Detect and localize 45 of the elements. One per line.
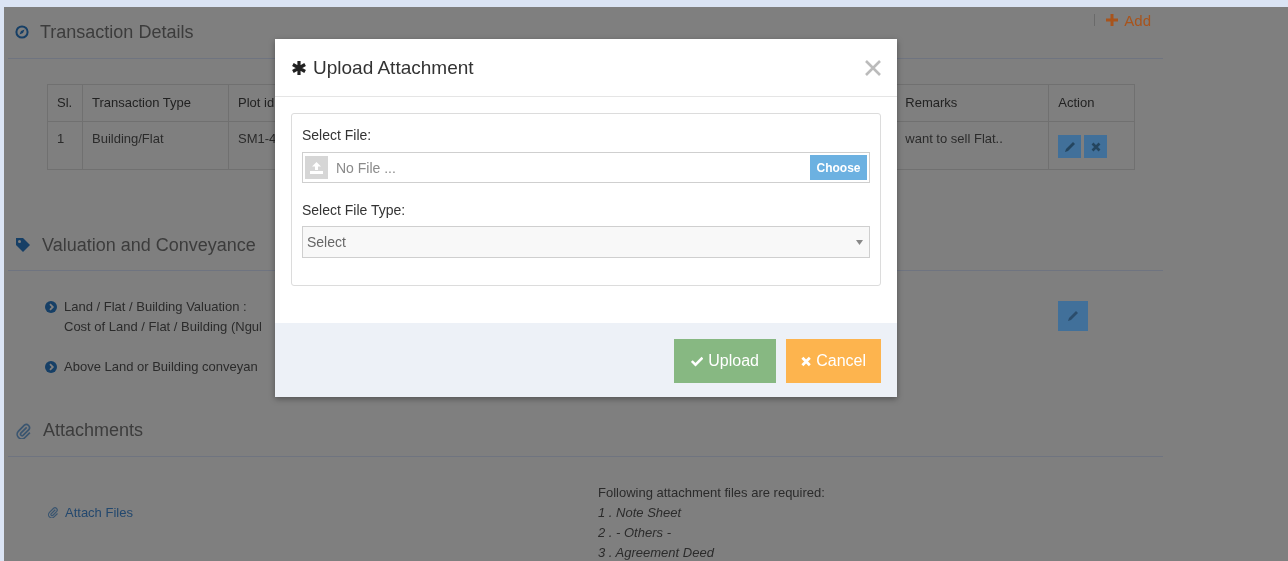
check-icon [691,355,704,367]
delete-button[interactable] [1084,135,1108,158]
required-file-item: 2 . - Others - [598,524,672,542]
column-header: Sl. [47,84,83,122]
chevron-circle-icon [45,361,57,373]
compass-icon [15,25,29,39]
upload-icon [310,161,323,174]
attach-files-link[interactable]: Attach Files [65,504,133,520]
valuation-text: Above Land or Building conveyan [64,358,258,376]
paperclip-icon [15,421,32,439]
tag-icon [15,237,31,253]
section-title: Attachments [43,419,144,442]
edit-button[interactable] [1058,135,1082,158]
edit-button[interactable] [1058,301,1088,331]
caret-icon [856,239,863,245]
required-files-heading: Following attachment files are required: [598,484,825,502]
close-icon [801,355,812,367]
modal-title: Upload Attachment [313,56,474,79]
pencil-icon [1067,310,1079,322]
cancel-button[interactable]: Cancel [786,339,881,383]
upload-button[interactable]: Upload [674,339,776,383]
pencil-icon [1063,140,1076,153]
add-link[interactable]: Add [1106,11,1151,29]
plus-icon [1106,14,1119,26]
field-label: Select File: [302,126,373,145]
table-cell: 1 [47,121,83,170]
required-file-item: 1 . Note Sheet [598,504,683,522]
table-cell: Building/Flat [82,121,229,170]
column-header: Transaction Type [82,84,229,122]
required-file-item: 3 . Agreement Deed [598,544,716,561]
close-button[interactable] [865,59,881,76]
file-field[interactable]: No File ... Choose [302,152,870,183]
section-title: Transaction Details [40,21,194,44]
asterisk-icon [291,59,307,76]
chevron-circle-icon [45,301,57,313]
choose-button[interactable]: Choose [810,155,867,180]
close-icon [1090,141,1101,152]
paperclip-icon [47,506,59,518]
field-label: Select File Type: [302,201,407,220]
column-header: Action [1048,84,1135,122]
file-type-select[interactable]: Select [302,226,870,258]
section-title: Valuation and Conveyance [42,234,256,257]
valuation-text: Cost of Land / Flat / Building (Ngul [64,318,262,336]
valuation-text: Land / Flat / Building Valuation : [64,298,248,316]
close-icon [865,59,881,76]
